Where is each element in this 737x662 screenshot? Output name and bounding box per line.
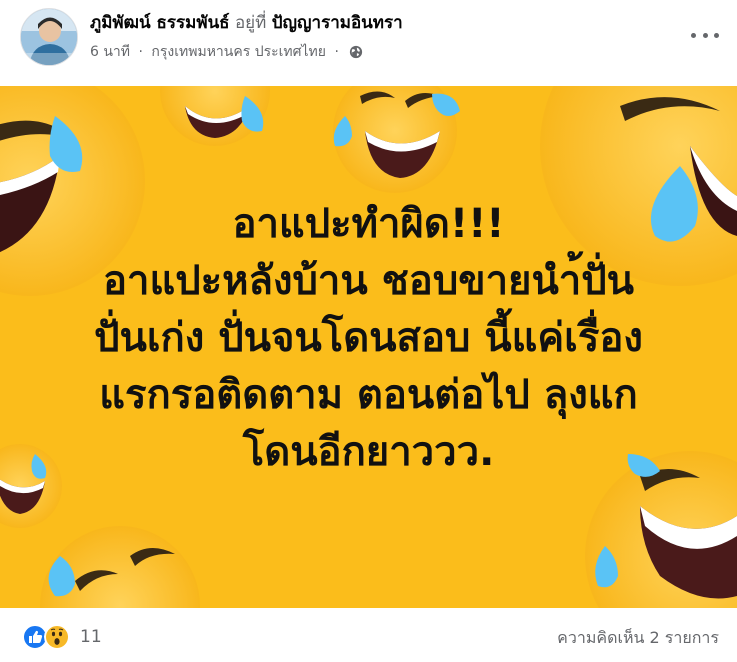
post-footer: 11 ความคิดเห็น 2 รายการ (0, 608, 737, 662)
author-line: ภูมิพัฒน์ ธรรมพันธ์ อยู่ที่ ปัญญารามอินท… (90, 12, 403, 34)
post-time[interactable]: 6 นาที (90, 44, 130, 60)
meta-separator: · (138, 44, 143, 60)
image-text-line: โดนอีกยาววว. (242, 429, 495, 475)
more-options-icon (691, 32, 696, 38)
image-text-line: อาแปะหลังบ้าน ชอบขายนำ้ปั่น (102, 258, 634, 304)
comments-count[interactable]: ความคิดเห็น 2 รายการ (557, 626, 719, 651)
image-text-line: แรกรอติดตาม ตอนต่อไป ลุงแก (99, 372, 638, 418)
post-image[interactable]: อาแปะทำผิด!!! อาแปะหลังบ้าน ชอบขายนำ้ปั่… (0, 86, 737, 608)
wow-icon (44, 624, 70, 650)
more-options-button[interactable] (691, 26, 719, 44)
reactions-summary[interactable]: 11 (22, 624, 102, 650)
image-text-line: ปั่นเก่ง ปั่นจนโดนสอบ นี้แค่เรื่อง (94, 315, 643, 361)
post-image-text: อาแปะทำผิด!!! อาแปะหลังบ้าน ชอบขายนำ้ปั่… (0, 196, 737, 481)
post-location[interactable]: กรุงเทพมหานคร ประเทศไทย (151, 44, 326, 60)
author-name[interactable]: ภูมิพัฒน์ ธรรมพันธ์ (90, 13, 230, 33)
checkin-place[interactable]: ปัญญารามอินทรา (272, 13, 403, 33)
globe-icon[interactable] (349, 45, 363, 59)
avatar[interactable] (20, 8, 78, 66)
post-meta: 6 นาที · กรุงเทพมหานคร ประเทศไทย · (90, 42, 363, 62)
reaction-count: 11 (80, 627, 102, 647)
meta-separator-2: · (334, 44, 339, 60)
post-header: ภูมิพัฒน์ ธรรมพันธ์ อยู่ที่ ปัญญารามอินท… (0, 0, 737, 86)
location-connector: อยู่ที่ (234, 13, 267, 33)
image-text-line: อาแปะทำผิด!!! (232, 201, 505, 247)
